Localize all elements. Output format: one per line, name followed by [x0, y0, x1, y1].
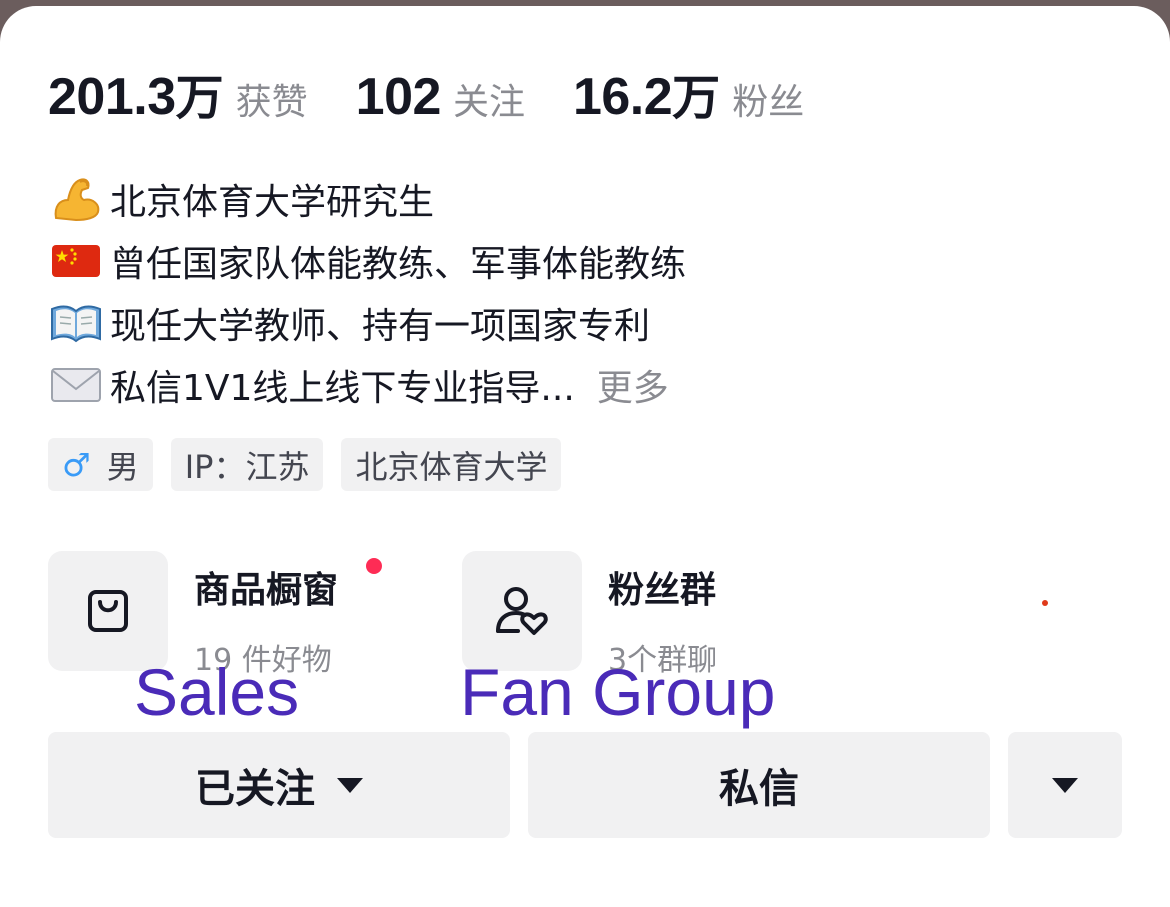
- bio[interactable]: 北京体育大学研究生 曾任国家队体能教练、军事体能教练 现任大学教师、持有一项国家…: [48, 168, 1048, 416]
- followers-unit: 万: [672, 70, 721, 126]
- shop-window-entry[interactable]: 商品橱窗 19 件好物: [48, 551, 382, 678]
- envelope-icon: [48, 365, 104, 405]
- bio-text: 私信1V1线上线下专业指导...: [110, 368, 575, 409]
- followers-label: 粉丝: [732, 82, 805, 123]
- message-label: 私信: [719, 766, 799, 812]
- notification-dot: [366, 558, 382, 574]
- followed-button[interactable]: 已关注: [48, 732, 510, 838]
- fan-group-icon-box: [462, 551, 582, 671]
- fan-group-text: 粉丝群 3个群聊: [608, 551, 717, 678]
- following-label: 关注: [452, 82, 525, 123]
- stat-likes[interactable]: 201.3 万 获赞: [48, 58, 308, 128]
- profile-card: 201.3 万 获赞 102 关注 16.2 万 粉丝 北京体育大学研究生 曾任…: [0, 6, 1170, 907]
- red-speck: [1042, 600, 1048, 606]
- school-tag[interactable]: 北京体育大学: [341, 438, 562, 491]
- more-options-button[interactable]: [1008, 732, 1122, 838]
- profile-tags: ♂ 男 IP：江苏 北京体育大学: [48, 438, 562, 491]
- likes-count: 201.3: [48, 68, 176, 126]
- male-icon: ♂: [62, 445, 91, 484]
- open-book-icon: [48, 303, 104, 343]
- flexed-biceps-icon: [48, 178, 104, 222]
- stats-row: 201.3 万 获赞 102 关注 16.2 万 粉丝: [48, 58, 852, 126]
- bio-text: 曾任国家队体能教练、军事体能教练: [110, 244, 687, 285]
- bio-line: 北京体育大学研究生: [48, 168, 1048, 230]
- gender-label: 男: [106, 447, 139, 486]
- bio-text: 北京体育大学研究生: [110, 182, 435, 223]
- message-button[interactable]: 私信: [528, 732, 990, 838]
- followed-label: 已关注: [195, 766, 315, 812]
- bio-more-link[interactable]: 更多: [597, 359, 669, 411]
- user-heart-icon: [496, 587, 548, 635]
- bio-line: 现任大学教师、持有一项国家专利: [48, 292, 1048, 354]
- annotation-fan-group: Fan Group: [460, 655, 776, 729]
- bio-line: 曾任国家队体能教练、军事体能教练: [48, 230, 1048, 292]
- followers-count: 16.2: [572, 68, 673, 126]
- following-count: 102: [355, 68, 442, 126]
- likes-label: 获赞: [235, 82, 308, 123]
- stat-following[interactable]: 102 关注: [356, 67, 525, 127]
- stat-followers[interactable]: 16.2 万 粉丝: [573, 58, 804, 128]
- china-flag-icon: [48, 241, 104, 281]
- fan-group-title: 粉丝群: [608, 570, 717, 611]
- shop-text: 商品橱窗 19 件好物: [194, 551, 382, 678]
- caret-down-icon: [337, 777, 363, 793]
- annotation-sales: Sales: [134, 655, 300, 729]
- shopping-bag-icon: [88, 590, 128, 632]
- bio-text: 现任大学教师、持有一项国家专利: [110, 306, 651, 347]
- likes-unit: 万: [175, 70, 224, 126]
- gender-tag: ♂ 男: [48, 438, 153, 491]
- shop-icon-box: [48, 551, 168, 671]
- bio-line: 私信1V1线上线下专业指导... 更多: [48, 354, 1048, 416]
- shop-title: 商品橱窗: [194, 570, 339, 611]
- caret-down-icon: [1052, 777, 1078, 793]
- fan-group-entry[interactable]: 粉丝群 3个群聊: [462, 551, 717, 678]
- ip-location-tag: IP：江苏: [170, 438, 324, 491]
